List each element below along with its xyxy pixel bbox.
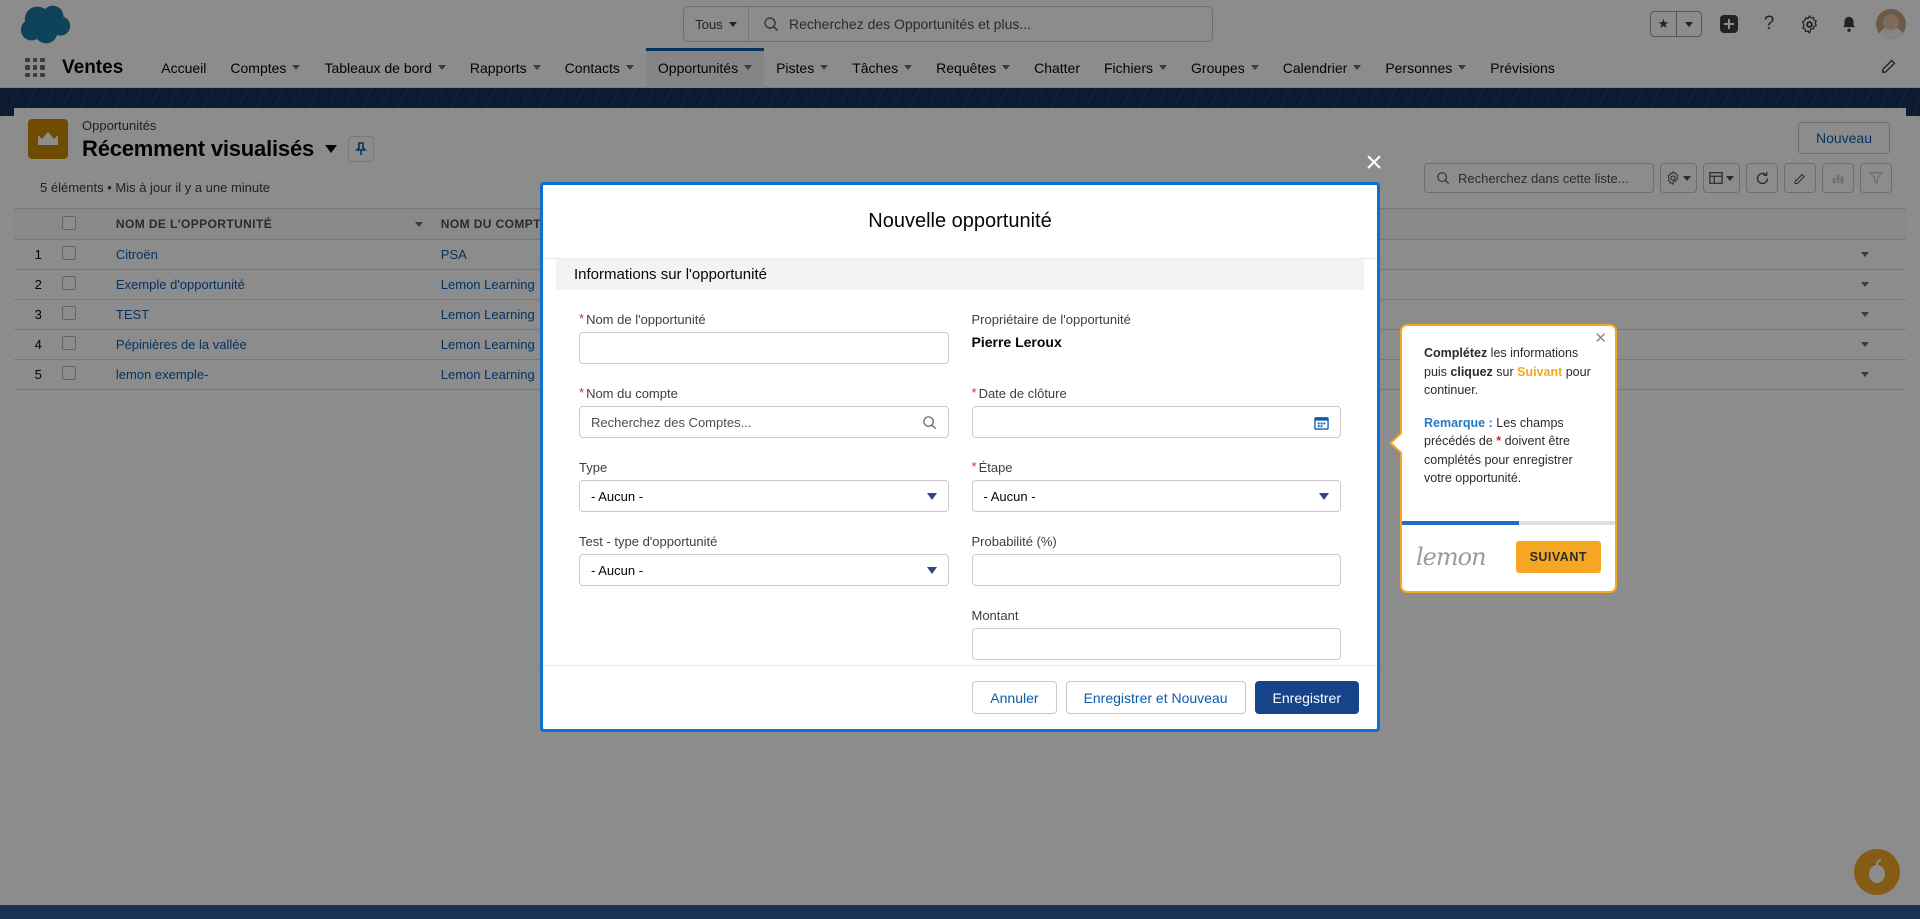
coach-progress-bar xyxy=(1402,521,1615,525)
opportunity-form: * Nom de l'opportunité Propriétaire de l… xyxy=(543,290,1377,665)
coach-line-2: Remarque : Les champs précédés de * doiv… xyxy=(1424,414,1597,488)
chevron-down-icon xyxy=(926,566,937,574)
field-opportunity-owner: Propriétaire de l'opportunité Pierre Ler… xyxy=(972,312,1342,364)
input-placeholder: Recherchez des Comptes... xyxy=(591,414,752,430)
select-type[interactable]: - Aucun - xyxy=(579,480,949,512)
coach-line-1: Complétez les informations puis cliquez … xyxy=(1424,344,1597,400)
label-text: Propriétaire de l'opportunité xyxy=(971,312,1131,327)
field-close-date: * Date de clôture xyxy=(971,386,1342,438)
field-opportunity-name: * Nom de l'opportunité xyxy=(579,312,949,364)
modal-body: Informations sur l'opportunité * Nom de … xyxy=(543,259,1377,665)
label-account-name: * Nom du compte xyxy=(579,386,949,401)
select-value: - Aucun - xyxy=(591,488,644,504)
input-opportunity-name[interactable] xyxy=(579,332,949,364)
select-value: - Aucun - xyxy=(983,488,1036,504)
field-type: Type - Aucun - xyxy=(579,460,949,512)
input-amount[interactable] xyxy=(971,628,1341,660)
search-icon xyxy=(922,415,937,430)
label-text: Date de clôture xyxy=(978,386,1067,401)
label-type: Type xyxy=(579,460,949,475)
coach-footer: lemon SUIVANT xyxy=(1402,531,1615,583)
save-and-new-button[interactable]: Enregistrer et Nouveau xyxy=(1065,681,1246,714)
value-opportunity-owner: Pierre Leroux xyxy=(971,334,1062,350)
label-text: Type xyxy=(579,460,608,475)
modal-footer: Annuler Enregistrer et Nouveau Enregistr… xyxy=(543,665,1377,729)
required-asterisk: * xyxy=(579,385,585,400)
save-button[interactable]: Enregistrer xyxy=(1254,681,1359,714)
label-amount: Montant xyxy=(972,608,1342,623)
label-opportunity-owner: Propriétaire de l'opportunité xyxy=(972,312,1342,327)
new-opportunity-modal: Nouvelle opportunité Informations sur l'… xyxy=(540,182,1380,732)
chevron-down-icon xyxy=(1319,492,1329,500)
close-modal-icon[interactable]: × xyxy=(1357,146,1391,180)
coach-highlight-suivant: Suivant xyxy=(1517,364,1563,379)
coach-bold-cliquez: cliquez xyxy=(1450,364,1493,379)
coach-tooltip: ✕ Complétez les informations puis clique… xyxy=(1389,324,1617,593)
required-asterisk: * xyxy=(971,385,977,400)
modal-title: Nouvelle opportunité xyxy=(543,185,1377,259)
coach-progress-fill xyxy=(1402,521,1520,525)
label-test-type: Test - type d'opportunité xyxy=(579,534,949,549)
coach-tooltip-text: Complétez les informations puis cliquez … xyxy=(1402,326,1615,488)
label-close-date: * Date de clôture xyxy=(972,386,1342,401)
label-text: Test - type d'opportunité xyxy=(579,534,718,549)
select-value: - Aucun - xyxy=(591,562,644,578)
field-probability: Probabilité (%) xyxy=(971,534,1342,586)
label-text: Probabilité (%) xyxy=(971,534,1057,549)
label-stage: * Étape xyxy=(972,460,1342,475)
chevron-down-icon xyxy=(926,492,937,500)
input-probability[interactable] xyxy=(971,554,1341,586)
coach-text-2: sur xyxy=(1492,364,1518,379)
input-close-date[interactable] xyxy=(971,406,1341,438)
field-amount: Montant xyxy=(971,608,1342,660)
field-spacer xyxy=(579,608,949,660)
coach-note-label: Remarque : xyxy=(1424,415,1493,430)
label-text: Nom du compte xyxy=(586,386,678,401)
label-text: Nom de l'opportunité xyxy=(586,312,706,327)
label-probability: Probabilité (%) xyxy=(972,534,1342,549)
select-stage[interactable]: - Aucun - xyxy=(971,480,1341,512)
label-text: Montant xyxy=(971,608,1019,623)
label-text: Étape xyxy=(978,460,1013,475)
field-account-name: * Nom du compte Recherchez des Comptes..… xyxy=(579,386,949,438)
field-test-type: Test - type d'opportunité - Aucun - xyxy=(579,534,949,586)
calendar-icon[interactable] xyxy=(1314,415,1329,430)
screen-root: Tous Recherchez des Opportunités et plus… xyxy=(0,0,1920,919)
cancel-button[interactable]: Annuler xyxy=(972,681,1057,714)
lemon-learning-logo: lemon xyxy=(1416,543,1487,571)
next-button[interactable]: SUIVANT xyxy=(1515,541,1601,573)
required-asterisk: * xyxy=(971,459,977,474)
section-header: Informations sur l'opportunité xyxy=(556,259,1364,290)
input-account-name-lookup[interactable]: Recherchez des Comptes... xyxy=(579,406,949,438)
close-tooltip-icon[interactable]: ✕ xyxy=(1594,331,1607,346)
required-asterisk: * xyxy=(579,311,585,326)
coach-bold-completez: Complétez xyxy=(1424,346,1488,360)
field-stage: * Étape - Aucun - xyxy=(971,460,1342,512)
label-opportunity-name: * Nom de l'opportunité xyxy=(579,312,949,327)
select-test-type[interactable]: - Aucun - xyxy=(579,554,949,586)
